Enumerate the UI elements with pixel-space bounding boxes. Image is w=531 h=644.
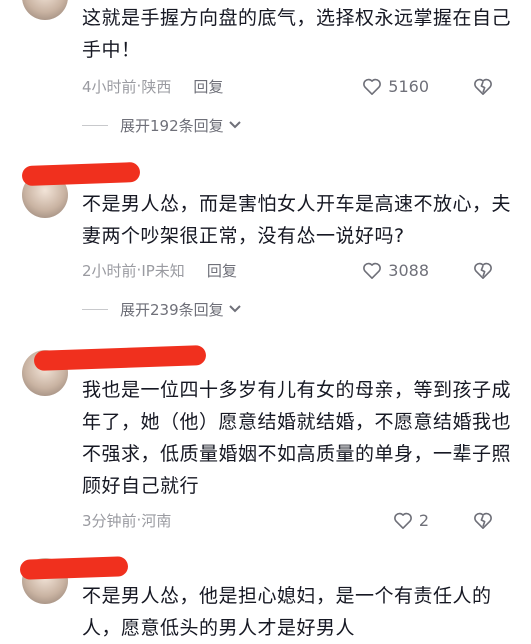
comment-meta: 3分钟前 · 河南 2 xyxy=(82,508,517,532)
dislike-button[interactable] xyxy=(473,261,493,279)
divider-line xyxy=(82,308,108,310)
broken-heart-icon xyxy=(473,511,493,529)
comment-location: IP未知 xyxy=(141,261,185,280)
expand-replies-label: 展开239条回复 xyxy=(120,300,224,319)
heart-outline-icon xyxy=(362,77,382,95)
like-count: 2 xyxy=(418,510,429,530)
comment-time: 2小时前 xyxy=(82,261,137,280)
comment-text: 不是男人怂，他是担心媳妇，是一个有责任人的人，愿意低头的男人才是好男人 xyxy=(82,585,492,639)
comment-location: 陕西 xyxy=(141,77,172,96)
heart-outline-icon xyxy=(362,261,382,279)
comment-item: 不是男人怂，而是害怕女人开车是高速不放心，夫妻两个吵架很正常，没有怂一说好吗? … xyxy=(0,150,531,330)
chevron-down-icon xyxy=(228,304,242,314)
comment-meta: 4小时前 · 陕西 回复 5160 xyxy=(82,74,517,98)
comment-location: 河南 xyxy=(141,511,172,530)
reply-button[interactable]: 回复 xyxy=(207,260,237,281)
dislike-button[interactable] xyxy=(473,511,493,529)
redaction-mark xyxy=(19,556,129,580)
like-count: 5160 xyxy=(388,76,429,96)
comment-meta: 2小时前 · IP未知 回复 3088 xyxy=(82,258,517,282)
comment-text: 这就是手握方向盘的底气，选择权永远掌握在自己手中！ xyxy=(82,7,512,61)
redaction-mark xyxy=(33,345,207,371)
expand-replies-label: 展开192条回复 xyxy=(120,116,224,135)
heart-outline-icon xyxy=(393,511,413,529)
broken-heart-icon xyxy=(473,261,493,279)
chevron-down-icon xyxy=(228,120,242,130)
like-button[interactable]: 3088 xyxy=(362,261,429,280)
avatar[interactable] xyxy=(22,0,68,20)
like-count: 3088 xyxy=(388,260,429,280)
comment-text: 不是男人怂，而是害怕女人开车是高速不放心，夫妻两个吵架很正常，没有怂一说好吗? xyxy=(82,193,512,247)
comment-time: 3分钟前 xyxy=(82,511,137,530)
broken-heart-icon xyxy=(473,77,493,95)
comment-text: 我也是一位四十多岁有儿有女的母亲，等到孩子成年了，她（他）愿意结婚就结婚，不愿意… xyxy=(82,379,512,497)
reply-button[interactable]: 回复 xyxy=(193,76,223,97)
expand-replies-button[interactable]: 展开192条回复 xyxy=(82,114,242,136)
dislike-button[interactable] xyxy=(473,77,493,95)
like-button[interactable]: 5160 xyxy=(362,77,429,96)
comment-item: 这就是手握方向盘的底气，选择权永远掌握在自己手中！ 4小时前 · 陕西 回复 5… xyxy=(0,0,531,150)
like-button[interactable]: 2 xyxy=(393,511,429,530)
comment-item: 我也是一位四十多岁有儿有女的母亲，等到孩子成年了，她（他）愿意结婚就结婚，不愿意… xyxy=(0,340,531,540)
redaction-mark xyxy=(21,161,141,187)
comment-item: 不是男人怂，他是担心媳妇，是一个有责任人的人，愿意低头的男人才是好男人 xyxy=(0,548,531,640)
expand-replies-button[interactable]: 展开239条回复 xyxy=(82,298,242,320)
divider-line xyxy=(82,124,108,126)
comment-time: 4小时前 xyxy=(82,77,137,96)
